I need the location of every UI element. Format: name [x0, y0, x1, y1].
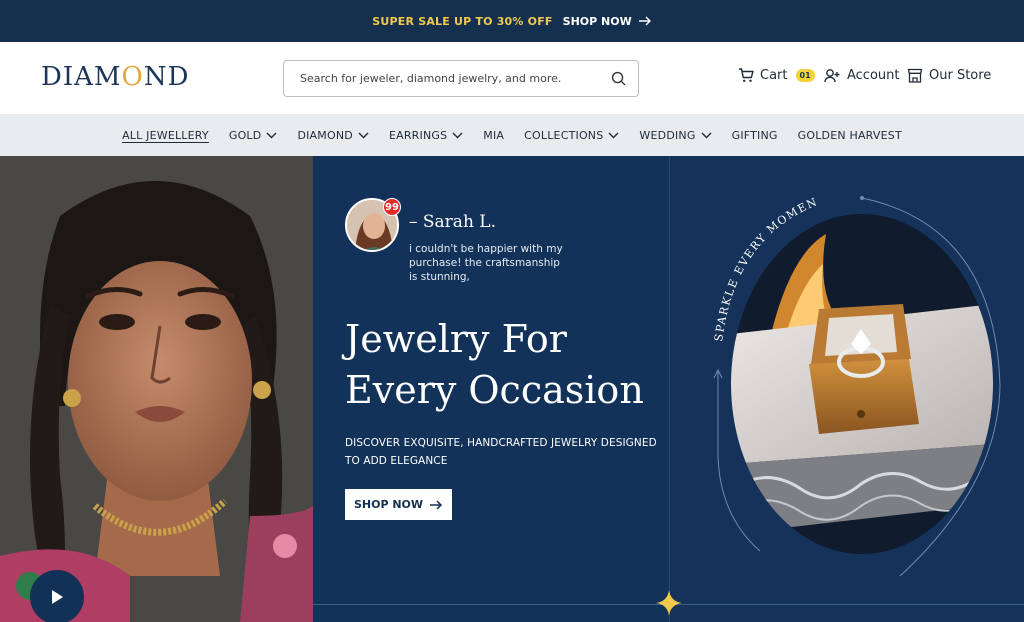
nav-item-label: EARRINGS	[388, 128, 448, 142]
testimonial-quote: i couldn't be happier with my purchase! …	[409, 243, 563, 283]
nav-item-mia[interactable]: MIA	[483, 129, 504, 142]
model-portrait-image	[0, 156, 313, 622]
logo-ring: O	[121, 62, 144, 92]
store-icon	[907, 68, 923, 83]
model-portrait-illustration	[0, 156, 313, 622]
hero-subheadline: DISCOVER EXQUISITE, HANDCRAFTED JEWELRY …	[345, 437, 657, 467]
topbar-shop-now-link[interactable]: SHOP NOW	[563, 15, 652, 28]
search-icon[interactable]	[611, 71, 626, 86]
site-header: DIAMOND Cart 01 Account Our Store	[0, 42, 1024, 114]
chevron-down-icon	[358, 132, 369, 138]
our-store-link[interactable]: Our Store	[907, 68, 991, 83]
logo[interactable]: DIAMOND	[41, 62, 189, 92]
nav-item-label: DIAMOND	[297, 128, 353, 142]
topbar-shop-now-label: SHOP NOW	[562, 14, 632, 28]
hero-headline: Jewelry For Every Occasion	[345, 314, 665, 416]
cart-label: Cart	[760, 68, 788, 83]
search-box	[283, 60, 639, 97]
sale-text: SUPER SALE UP TO 30% OFF	[372, 14, 553, 28]
chevron-down-icon	[701, 132, 712, 138]
nav-item-earrings[interactable]: EARRINGS	[389, 129, 463, 142]
hero-headline-line2: Every Occasion	[345, 368, 644, 412]
main-nav: ALL JEWELLERY GOLD DIAMOND EARRINGS MIA …	[0, 114, 1024, 156]
nav-item-label: GOLDEN HARVEST	[797, 128, 902, 142]
our-store-label: Our Store	[929, 68, 992, 83]
logo-suffix: ND	[143, 62, 190, 92]
hero-banner: 99 – Sarah L. i couldn't be happier with…	[0, 156, 1024, 622]
nav-item-label: ALL JEWELLERY	[122, 128, 209, 142]
logo-prefix: DIAM	[41, 62, 122, 92]
nav-item-diamond[interactable]: DIAMOND	[297, 129, 369, 142]
chevron-down-icon	[266, 132, 277, 138]
cart-count-badge: 01	[795, 69, 815, 82]
quote-badge: 99	[383, 198, 401, 216]
chevron-down-icon	[608, 132, 619, 138]
user-plus-icon	[824, 69, 840, 83]
nav-item-label: COLLECTIONS	[524, 128, 604, 142]
sparkle-star-icon	[656, 590, 682, 616]
cart-icon	[739, 68, 754, 82]
arrow-right-icon	[638, 16, 651, 26]
nav-item-gifting[interactable]: GIFTING	[732, 129, 778, 142]
account-link[interactable]: Account	[824, 68, 900, 83]
nav-item-label: WEDDING	[639, 128, 696, 142]
nav-item-all-jewellery[interactable]: ALL JEWELLERY	[122, 129, 209, 142]
hero-headline-line1: Jewelry For	[345, 317, 567, 361]
nav-item-label: GOLD	[228, 128, 262, 142]
hero-shop-now-button[interactable]: SHOP NOW	[345, 489, 452, 520]
hero-shop-now-label: SHOP NOW	[353, 498, 424, 511]
nav-item-collections[interactable]: COLLECTIONS	[524, 129, 619, 142]
arrow-right-icon	[430, 499, 443, 510]
chevron-down-icon	[452, 132, 463, 138]
nav-item-golden-harvest[interactable]: GOLDEN HARVEST	[798, 129, 902, 142]
ring-box-image	[731, 214, 993, 554]
nav-item-label: MIA	[483, 128, 505, 142]
announcement-bar: SUPER SALE UP TO 30% OFF SHOP NOW	[0, 0, 1024, 42]
nav-item-label: GIFTING	[731, 128, 778, 142]
play-icon	[52, 590, 63, 604]
nav-item-gold[interactable]: GOLD	[229, 129, 278, 142]
nav-item-wedding[interactable]: WEDDING	[639, 128, 712, 142]
cart-link[interactable]: Cart 01	[738, 68, 815, 83]
testimonial-name: – Sarah L.	[409, 212, 496, 232]
search-input[interactable]	[300, 72, 611, 85]
account-label: Account	[847, 68, 900, 83]
play-video-button[interactable]	[30, 570, 84, 622]
